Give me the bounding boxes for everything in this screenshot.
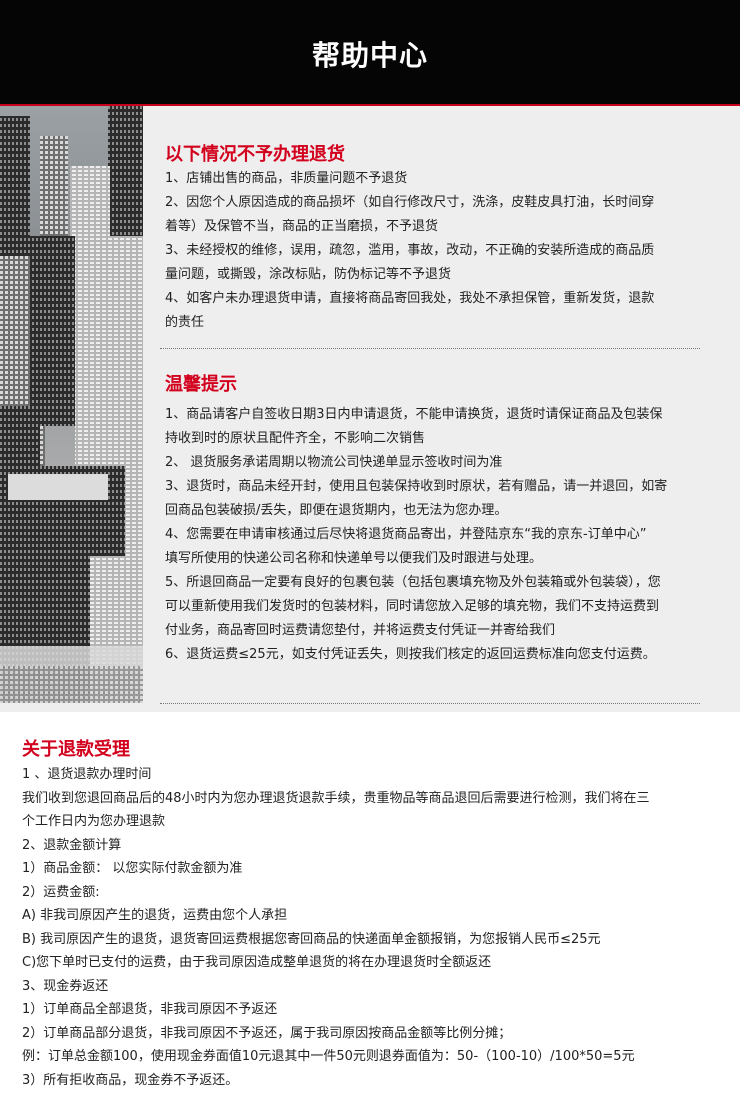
section-heading-no-return: 以下情况不予办理退货 [165,144,345,165]
list-item: 3）所有拒收商品，现金券不予返还。 [22,1072,239,1088]
list-item: B) 我司原因产生的退货，退货寄回运费根据您寄回商品的快递面单金额报销，为您报销… [22,931,601,947]
list-item: 着等）及保管不当，商品的正当磨损，不予退货 [165,219,439,234]
list-item: 量问题，或撕毁，涂改标贴，防伪标记等不予退货 [165,267,452,282]
list-item: 2、 退货服务承诺周期以物流公司快递单显示签收时间为准 [165,455,503,470]
section-heading-refund: 关于退款受理 [22,739,130,760]
list-item: 例：订单总金额100，使用现金券面值10元退其中一件50元则退券面值为：50-（… [22,1049,635,1064]
list-item: 1、商品请客户自签收日期3日内申请退货，不能申请换货，退货时请保证商品及包装保 [165,407,663,422]
list-item: 的责任 [165,315,205,330]
refund-policy-list: 1 、退货退款办理时间 我们收到您退回商品后的48小时内为您办理退货退款手续，贵… [22,763,722,1092]
list-item: 填写所使用的快递公司名称和快递单号以便我们及时跟进与处理。 [165,551,543,566]
list-item: 1）订单商品全部退货，非我司原因不予返还 [22,1002,278,1017]
list-item: 回商品包装破损/丢失，即便在退货期内，也无法为您办理。 [165,503,508,518]
list-item: 3、退货时，商品未经开封，使用且包装保持收到时原状，若有赠品，请一并退回，如寄 [165,479,668,494]
list-item: 3、未经授权的维修，误用，疏忽，滥用，事故，改动，不正确的安装所造成的商品质 [165,243,655,258]
list-item: 4、您需要在申请审核通过后尽快将退货商品寄出，并登陆京东“我的京东-订单中心” [165,527,647,542]
list-item: 5、所退回商品一定要有良好的包裹包装（包括包裹填充物及外包装箱或外包装袋），您 [165,575,661,590]
list-item: 付业务，商品寄回时运费请您垫付，并将运费支付凭证一并寄给我们 [165,623,556,638]
list-item: 2、因您个人原因造成的商品损坏（如自行修改尺寸，洗涤，皮鞋皮具打油，长时间穿 [165,195,655,210]
list-item: 1 、退货退款办理时间 [22,767,152,782]
list-item: 3、现金券返还 [22,978,109,994]
list-item: 2）运费金额: [22,884,100,900]
list-item: A) 非我司原因产生的退货，运费由您个人承担 [22,908,288,923]
section-heading-tips: 温馨提示 [165,374,237,395]
dotted-divider [160,703,700,704]
list-item: 6、退货运费≤25元，如支付凭证丢失，则按我们核定的返回运费标准向您支付运费。 [165,647,656,662]
list-item: 我们收到您退回商品后的48小时内为您办理退货退款手续，贵重物品等商品退回后需要进… [22,790,650,806]
no-return-conditions-list: 1、店铺出售的商品，非质量问题不予退货 2、因您个人原因造成的商品损坏（如自行修… [165,167,725,335]
list-item: 可以重新使用我们发货时的包装材料，同时请您放入足够的填充物，我们不支持运费到 [165,599,660,614]
dotted-divider [160,348,700,349]
list-item: 持收到时的原状且配件齐全，不影响二次销售 [165,431,426,446]
list-item: 1、店铺出售的商品，非质量问题不予退货 [165,171,408,186]
tips-list: 1、商品请客户自签收日期3日内申请退货，不能申请换货，退货时请保证商品及包装保 … [165,403,725,667]
list-item: 2）订单商品部分退货，非我司原因不予返还，属于我司原因按商品金额等比例分摊； [22,1025,512,1041]
page-title: 帮助中心 [311,39,428,72]
list-item: 2、退款金额计算 [22,837,122,853]
list-item: 个工作日内为您办理退款 [22,814,166,829]
list-item: C)您下单时已支付的运费，由于我司原因造成整单退货的将在办理退货时全额返还 [22,955,492,970]
city-skyline-image [0,106,143,703]
list-item: 1）商品金额： 以您实际付款金额为准 [22,861,243,876]
list-item: 4、如客户未办理退货申请，直接将商品寄回我处，我处不承担保管，重新发货，退款 [165,291,655,306]
